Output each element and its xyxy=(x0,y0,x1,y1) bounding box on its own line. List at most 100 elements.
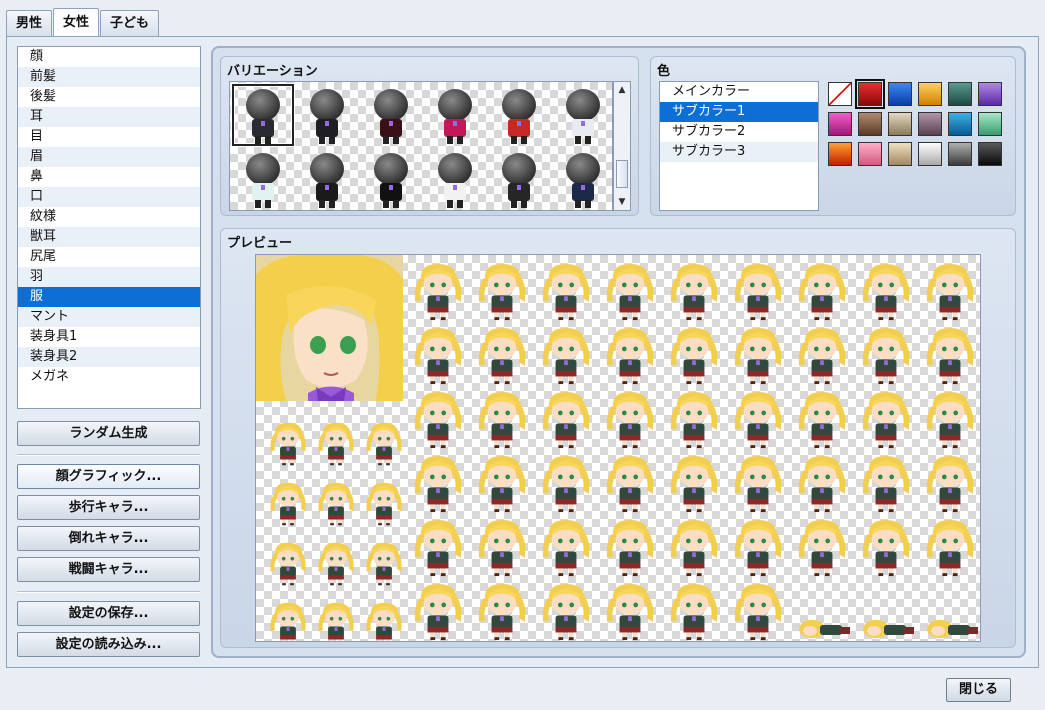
tab-female[interactable]: 女性 xyxy=(53,8,100,36)
part-item[interactable]: マント xyxy=(18,307,200,327)
color-swatch[interactable] xyxy=(828,142,852,166)
preview-sprite xyxy=(534,257,598,321)
preview-sprite xyxy=(854,321,918,385)
part-item[interactable]: 服 xyxy=(18,287,200,307)
part-item[interactable]: 目 xyxy=(18,127,200,147)
variation-scrollbar[interactable]: ▲ ▼ xyxy=(613,81,631,211)
color-slot-item[interactable]: サブカラー2 xyxy=(660,122,818,142)
color-swatch[interactable] xyxy=(918,112,942,136)
color-swatch[interactable] xyxy=(858,142,882,166)
walk-character-button[interactable]: 歩行キャラ... xyxy=(17,495,200,520)
color-swatch[interactable] xyxy=(918,142,942,166)
preview-sprite xyxy=(534,449,598,513)
color-slot-item[interactable]: サブカラー1 xyxy=(660,102,818,122)
part-item[interactable]: 後髪 xyxy=(18,87,200,107)
variation-option[interactable] xyxy=(359,83,423,147)
color-swatch[interactable] xyxy=(978,142,1002,166)
variation-option[interactable] xyxy=(423,147,487,210)
variation-option[interactable] xyxy=(551,147,612,210)
variation-grid[interactable] xyxy=(229,81,613,211)
battle-character-button[interactable]: 戦闘キャラ... xyxy=(17,557,200,582)
preview-sprite xyxy=(470,513,534,577)
variation-title: バリエーション xyxy=(227,64,318,79)
part-item[interactable]: 耳 xyxy=(18,107,200,127)
face-portrait-image xyxy=(256,255,403,401)
face-graphic-button[interactable]: 顔グラフィック... xyxy=(17,464,200,489)
preview-area xyxy=(255,254,981,642)
part-item[interactable]: 顔 xyxy=(18,47,200,67)
color-swatch[interactable] xyxy=(855,79,885,109)
load-settings-button[interactable]: 設定の読み込み... xyxy=(17,632,200,657)
preview-sprite xyxy=(534,513,598,577)
variation-option[interactable] xyxy=(231,147,295,210)
variation-option[interactable] xyxy=(359,147,423,210)
color-swatch[interactable] xyxy=(978,82,1002,106)
scrollbar-thumb[interactable] xyxy=(616,160,628,188)
color-swatch[interactable] xyxy=(888,82,912,106)
preview-sprite xyxy=(854,513,918,577)
color-swatch[interactable] xyxy=(948,82,972,106)
part-item[interactable]: 紋様 xyxy=(18,207,200,227)
variation-option[interactable] xyxy=(295,83,359,147)
part-item[interactable]: 口 xyxy=(18,187,200,207)
preview-sprite xyxy=(790,385,854,449)
color-swatch[interactable] xyxy=(888,112,912,136)
color-swatch[interactable] xyxy=(978,112,1002,136)
part-item[interactable]: 眉 xyxy=(18,147,200,167)
variation-option[interactable] xyxy=(423,83,487,147)
preview-sprite xyxy=(598,321,662,385)
part-item[interactable]: 前髪 xyxy=(18,67,200,87)
preview-sprite xyxy=(918,321,980,385)
part-item[interactable]: 羽 xyxy=(18,267,200,287)
color-swatch[interactable] xyxy=(948,142,972,166)
preview-sprite xyxy=(598,513,662,577)
variation-option[interactable] xyxy=(231,83,295,147)
parts-list[interactable]: 顔前髪 後髪耳目眉鼻口紋様 獣耳 尻尾羽服マント 装身具1 装身具2 メガネ xyxy=(17,46,201,409)
preview-sprite xyxy=(470,449,534,513)
color-slot-list[interactable]: メインカラー サブカラー1 サブカラー2 サブカラー3 xyxy=(659,81,819,211)
preview-sprite xyxy=(854,385,918,449)
part-item[interactable]: 獣耳 xyxy=(18,227,200,247)
close-button[interactable]: 閉じる xyxy=(946,678,1011,702)
tab-child[interactable]: 子ども xyxy=(100,10,160,36)
part-item[interactable]: 尻尾 xyxy=(18,247,200,267)
preview-sprite xyxy=(790,257,854,321)
variation-option[interactable] xyxy=(487,147,551,210)
color-swatch[interactable] xyxy=(858,112,882,136)
variation-option[interactable] xyxy=(487,83,551,147)
color-slot-item[interactable]: サブカラー3 xyxy=(660,142,818,162)
part-item[interactable]: 鼻 xyxy=(18,167,200,187)
part-item[interactable]: 装身具1 xyxy=(18,327,200,347)
random-generate-button[interactable]: ランダム生成 xyxy=(17,421,200,446)
color-slot-item[interactable]: メインカラー xyxy=(660,82,818,102)
color-swatch[interactable] xyxy=(828,112,852,136)
preview-sprite xyxy=(726,449,790,513)
preview-sprite xyxy=(598,577,662,641)
preview-sprite xyxy=(662,577,726,641)
damage-character-button[interactable]: 倒れキャラ... xyxy=(17,526,200,551)
color-swatch[interactable] xyxy=(918,82,942,106)
variation-option[interactable] xyxy=(551,83,612,147)
color-swatch[interactable] xyxy=(948,112,972,136)
preview-sprite xyxy=(406,321,470,385)
part-item[interactable]: メガネ xyxy=(18,367,200,387)
scroll-up-icon[interactable]: ▲ xyxy=(614,82,630,98)
preview-sprite xyxy=(918,257,980,321)
save-settings-button[interactable]: 設定の保存... xyxy=(17,601,200,626)
preview-sprite xyxy=(470,257,534,321)
preview-sprite xyxy=(470,577,534,641)
scroll-down-icon[interactable]: ▼ xyxy=(614,194,630,210)
preview-sprite xyxy=(662,385,726,449)
part-item[interactable]: 装身具2 xyxy=(18,347,200,367)
tab-male[interactable]: 男性 xyxy=(6,10,53,36)
color-swatch[interactable] xyxy=(888,142,912,166)
preview-sprite xyxy=(406,257,470,321)
preview-sprite xyxy=(726,257,790,321)
no-color-swatch[interactable] xyxy=(828,82,852,106)
preview-sprite xyxy=(598,385,662,449)
preview-sprite xyxy=(598,257,662,321)
preview-sprite xyxy=(662,257,726,321)
preview-sprite xyxy=(790,577,854,641)
preview-sprite xyxy=(918,513,980,577)
variation-option[interactable] xyxy=(295,147,359,210)
